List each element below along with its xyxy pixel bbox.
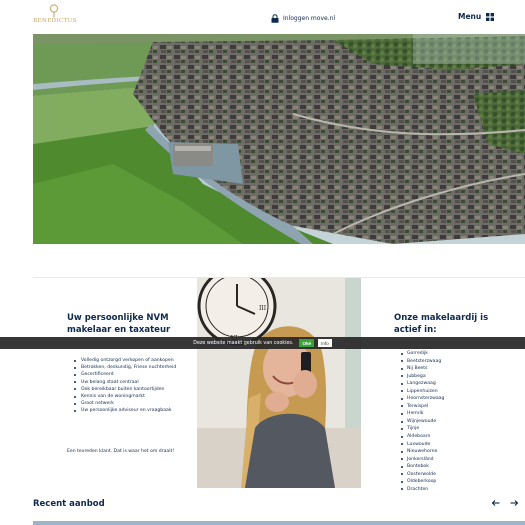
list-item: Luxwoude [397,441,444,449]
grid-icon [486,12,495,21]
list-item: Jubbega [397,373,444,381]
portrait-photo: III VI [197,278,361,488]
recent-title: Recent aanbod [33,499,105,509]
menu-label: Menu [458,12,482,21]
intro-section: Uw persoonlijke NVM makelaar en taxateur… [33,278,197,488]
list-item: Hemrik [397,410,444,418]
list-item: Lippenhuizen [397,388,444,396]
cookie-ok-button[interactable]: Oké [299,339,315,347]
woman-on-phone-photo: III VI [197,278,361,488]
svg-text:III: III [259,305,267,312]
aerial-photo [33,34,525,244]
arrow-left-icon[interactable] [491,498,501,508]
site-header: BENEDICTUS Inloggen move.nl Menu [0,0,525,34]
list-item: Wijnjewoude [397,418,444,426]
intro-list: Volledig ontzorgd verkopen of aankopen B… [69,357,194,415]
intro-heading: Uw persoonlijke NVM makelaar en taxateur [67,313,171,335]
areas-heading: Onze makelaardij is actief in: [394,313,489,335]
list-item: Aldeboarn [397,433,444,441]
list-item: Uw belang staat centraal [69,379,194,386]
list-item: Drachten [397,486,444,494]
logo-text: BENEDICTUS [33,18,77,24]
intro-footnote: Een tevreden klant. Dat is waar het om d… [67,449,175,454]
list-item: Oosterwolde [397,471,444,479]
list-item: Ook bereikbaar buiten kantoortijden [69,386,194,393]
login-label: Inloggen move.nl [283,14,336,22]
list-item: Gorredijk [397,350,444,358]
list-item: Hoornsterzwaag [397,395,444,403]
list-item: Terwispel [397,403,444,411]
cookie-bar: Deze website maakt gebruik van cookies. … [0,337,525,349]
list-item: Betrokken, deskundig, Friese nuchterheid [69,364,194,371]
areas-list: Gorredijk Beetsterzwaag Nij Beets Jubbeg… [397,350,444,493]
list-item: Volledig ontzorgd verkopen of aankopen [69,357,194,364]
hero-photo [33,34,525,244]
lock-icon [271,13,279,23]
list-item: Beetsterzwaag [397,358,444,366]
areas-section: Onze makelaardij is actief in: Gorredijk… [361,278,525,492]
list-item: Nieuwehorne [397,448,444,456]
site-logo[interactable]: BENEDICTUS [33,4,77,28]
list-item: Langezwaag [397,380,444,388]
list-item: Gecertificeerd [69,371,194,378]
list-item: Kennis van de woningmarkt [69,393,194,400]
login-link[interactable]: Inloggen move.nl [271,13,335,23]
menu-button[interactable]: Menu [458,12,495,21]
list-item: Jonkerslând [397,456,444,464]
list-item: Bontebok [397,463,444,471]
list-item: Uw persoonlijke adviseur en vraagbaak [69,407,194,414]
recent-listings-strip[interactable] [33,521,525,525]
list-item: Nij Beets [397,365,444,373]
list-item: Groot netwerk [69,400,194,407]
logo-icon [49,4,59,18]
cookie-info-button[interactable]: Info [318,339,332,347]
arrow-right-icon[interactable] [509,498,519,508]
cookie-text: Deze website maakt gebruik van cookies. [193,340,294,346]
list-item: Oldeberkoop [397,478,444,486]
list-item: Tijnje [397,425,444,433]
